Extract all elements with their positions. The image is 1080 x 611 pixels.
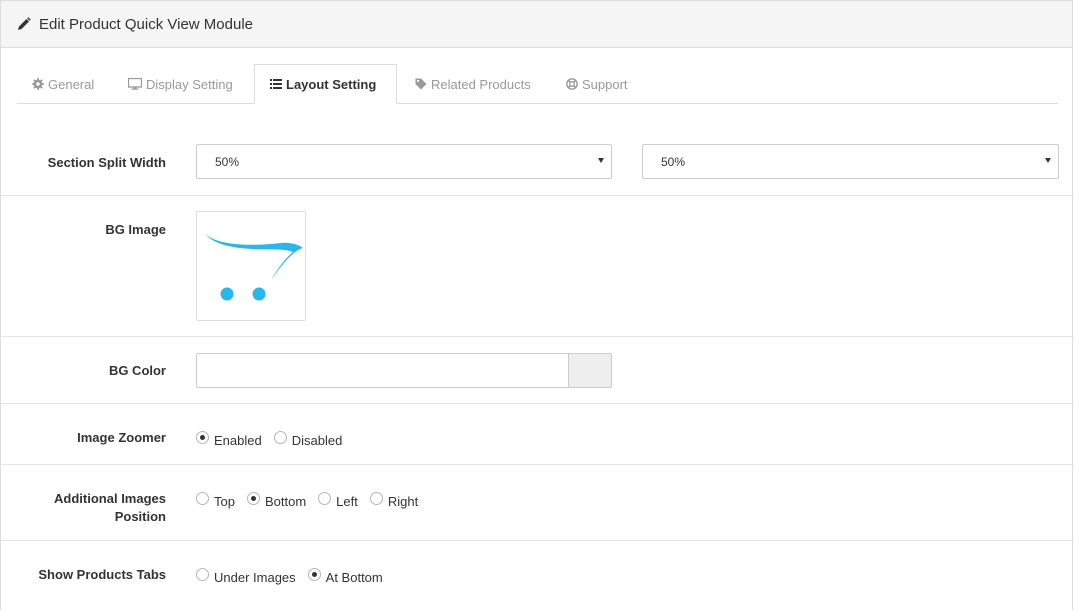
tab-display-setting[interactable]: Display Setting xyxy=(113,64,248,104)
radio-unchecked-icon xyxy=(196,568,209,581)
radio-checked-icon xyxy=(246,492,260,505)
section-split-row: Section Split Width 50% 50% xyxy=(1,127,1074,196)
tab-general[interactable]: General xyxy=(17,64,109,104)
pencil-icon xyxy=(18,17,31,30)
radio-unchecked-icon xyxy=(369,492,383,505)
panel-heading: Edit Product Quick View Module xyxy=(1,1,1072,48)
image-zoomer-enabled-label: Enabled xyxy=(214,433,262,448)
radio-checked-icon xyxy=(196,431,209,444)
additional-images-left-radio[interactable]: Left xyxy=(318,492,358,509)
additional-images-right-radio[interactable]: Right xyxy=(369,492,419,509)
additional-images-row: Additional Images Position Top Bottom Le… xyxy=(1,465,1074,541)
bg-color-label: BG Color xyxy=(108,363,166,378)
tab-bar: General Display Setting Layout Setting R… xyxy=(17,64,1058,104)
section-split-right-select[interactable]: 50% xyxy=(642,144,1059,179)
products-tabs-under-images-radio[interactable]: Under Images xyxy=(196,568,296,585)
section-split-left-value: 50% xyxy=(215,154,240,169)
products-tabs-label: Show Products Tabs xyxy=(38,567,166,582)
image-zoomer-options: Enabled Disabled xyxy=(196,431,354,448)
products-tabs-at-bottom-label: At Bottom xyxy=(325,570,383,585)
lifebuoy-icon xyxy=(566,78,578,90)
tab-display-setting-label: Display Setting xyxy=(146,76,233,92)
radio-unchecked-icon xyxy=(273,431,287,444)
additional-images-top-radio[interactable]: Top xyxy=(196,492,235,509)
additional-images-label-line1: Additional Images xyxy=(54,491,166,506)
products-tabs-options: Under Images At Bottom xyxy=(196,568,395,585)
additional-images-bottom-label: Bottom xyxy=(264,494,307,509)
tab-support-label: Support xyxy=(582,76,628,92)
gear-icon xyxy=(32,78,44,90)
module-panel: Edit Product Quick View Module General D… xyxy=(0,0,1074,611)
section-split-left-select[interactable]: 50% xyxy=(196,144,612,179)
products-tabs-under-images-label: Under Images xyxy=(214,570,296,585)
image-zoomer-label: Image Zoomer xyxy=(77,430,166,445)
chevron-down-icon xyxy=(598,158,604,163)
bg-color-input[interactable] xyxy=(196,353,569,388)
list-icon xyxy=(270,79,282,89)
cart-logo-icon xyxy=(203,231,303,301)
section-split-label: Section Split Width xyxy=(47,155,166,170)
monitor-icon xyxy=(128,78,142,90)
tab-layout-setting[interactable]: Layout Setting xyxy=(254,64,397,104)
color-picker-swatch[interactable] xyxy=(568,353,612,388)
tab-related-products-label: Related Products xyxy=(431,76,531,92)
additional-images-top-label: Top xyxy=(214,494,235,509)
products-tabs-row: Show Products Tabs Under Images At Botto… xyxy=(1,541,1074,611)
radio-checked-icon xyxy=(307,568,321,581)
products-tabs-at-bottom-radio[interactable]: At Bottom xyxy=(307,568,383,585)
bg-image-row: BG Image xyxy=(1,196,1074,337)
tag-icon xyxy=(415,78,427,90)
additional-images-label-line2: Position xyxy=(114,509,166,524)
image-zoomer-disabled-radio[interactable]: Disabled xyxy=(273,431,343,448)
tab-layout-setting-label: Layout Setting xyxy=(286,76,377,92)
radio-unchecked-icon xyxy=(318,492,332,505)
chevron-down-icon xyxy=(1045,158,1051,163)
image-zoomer-enabled-radio[interactable]: Enabled xyxy=(196,431,262,448)
tab-related-products[interactable]: Related Products xyxy=(400,64,546,104)
additional-images-label: Additional Images Position xyxy=(1,490,166,526)
image-zoomer-row: Image Zoomer Enabled Disabled xyxy=(1,404,1074,465)
image-zoomer-disabled-label: Disabled xyxy=(291,433,343,448)
tab-general-label: General xyxy=(48,76,95,92)
section-split-right-value: 50% xyxy=(661,154,686,169)
additional-images-left-label: Left xyxy=(336,494,358,509)
additional-images-right-label: Right xyxy=(387,494,419,509)
bg-image-thumbnail[interactable] xyxy=(196,211,306,321)
additional-images-bottom-radio[interactable]: Bottom xyxy=(246,492,307,509)
tab-support[interactable]: Support xyxy=(551,64,643,104)
bg-color-row: BG Color xyxy=(1,337,1074,404)
bg-image-label: BG Image xyxy=(105,222,166,237)
radio-unchecked-icon xyxy=(196,492,209,505)
page-title: Edit Product Quick View Module xyxy=(39,15,253,33)
additional-images-options: Top Bottom Left Right xyxy=(196,492,430,509)
